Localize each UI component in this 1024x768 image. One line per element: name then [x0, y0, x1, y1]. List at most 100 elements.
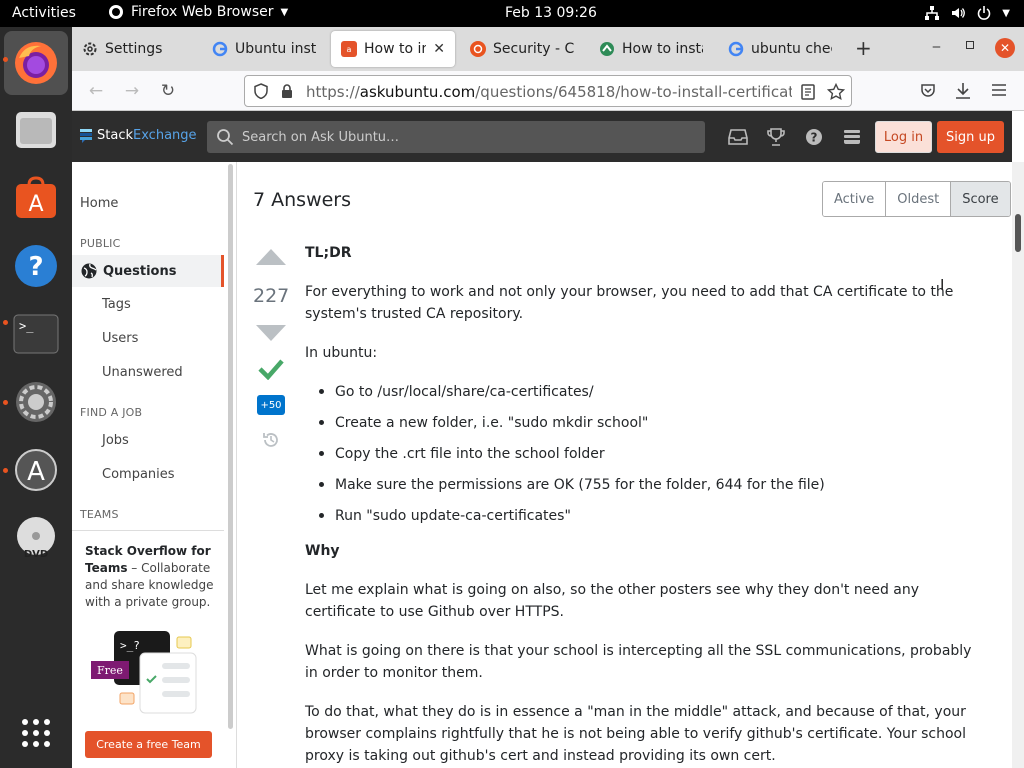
nav-heading-find-a-job: FIND A JOB	[80, 406, 143, 419]
close-tab-icon[interactable]: ✕	[433, 41, 445, 57]
nav-home[interactable]: Home	[80, 196, 118, 211]
volume-icon	[952, 8, 966, 18]
list-item: Go to /usr/local/share/ca-certificates/	[319, 381, 985, 403]
forward-button[interactable]: →	[120, 79, 144, 103]
google-icon	[728, 41, 744, 57]
clock[interactable]: Feb 13 09:26	[505, 5, 597, 21]
minimize-button[interactable]: ‒	[932, 39, 941, 55]
lock-icon	[282, 84, 292, 98]
site-header: StackExchange Search on Ask Ubuntu… ? Lo…	[72, 111, 1012, 162]
answer-sort-tabs: Active Oldest Score	[822, 181, 1011, 217]
inbox-icon[interactable]	[727, 127, 749, 147]
system-menu[interactable]: ▼	[924, 5, 1010, 21]
updater-icon[interactable]: A	[10, 444, 62, 496]
network-icon	[925, 6, 940, 20]
tab-label: How to ins	[364, 41, 427, 57]
tab-how-to-install-2[interactable]: How to insta	[589, 31, 713, 67]
answer-paragraph: What is going on there is that your scho…	[305, 643, 972, 681]
power-icon	[978, 6, 991, 20]
login-button[interactable]: Log in	[875, 121, 932, 153]
tab-label: How to insta	[622, 41, 703, 57]
answers-count-heading: 7 Answers	[253, 189, 352, 211]
files-icon[interactable]	[10, 104, 62, 156]
achievements-trophy-icon[interactable]	[765, 127, 787, 147]
history-icon[interactable]	[262, 431, 280, 449]
nav-users[interactable]: Users	[102, 331, 138, 346]
sort-active-button[interactable]: Active	[823, 182, 887, 216]
teams-promo-text: Stack Overflow for Teams – Collaborate a…	[85, 544, 214, 609]
create-free-team-button[interactable]: Create a free Team	[85, 731, 212, 758]
nav-companies[interactable]: Companies	[102, 467, 175, 482]
svg-text:a: a	[347, 45, 352, 54]
site-search-input[interactable]: Search on Ask Ubuntu…	[207, 121, 705, 153]
software-icon[interactable]: A	[10, 172, 62, 224]
answer-paragraph: For everything to work and not only your…	[305, 284, 954, 322]
terminal-icon[interactable]: >_	[10, 308, 62, 360]
firefox-icon[interactable]	[10, 37, 62, 89]
reader-view-icon[interactable]	[801, 84, 815, 100]
reload-button[interactable]: ↻	[156, 79, 180, 103]
app-menu[interactable]: Firefox Web Browser ▼	[108, 4, 288, 20]
pocket-icon[interactable]	[920, 83, 936, 99]
bounty-badge[interactable]: +50	[257, 395, 285, 415]
upvote-arrow-icon[interactable]	[255, 248, 287, 266]
answer-body: TL;DR For everything to work and not onl…	[305, 242, 985, 768]
list-item: Make sure the permissions are OK (755 fo…	[319, 474, 985, 496]
svg-text:>_: >_	[19, 319, 34, 333]
tab-ubuntu-install[interactable]: Ubuntu insta	[202, 31, 326, 67]
tab-how-to-install-askubuntu[interactable]: a How to ins ✕	[331, 31, 455, 67]
url-bar[interactable]: https://askubuntu.com/questions/645818/h…	[244, 75, 852, 107]
maximize-button[interactable]	[966, 41, 974, 49]
answer-paragraph: In ubuntu:	[305, 345, 378, 361]
site-switcher-icon[interactable]	[841, 127, 863, 147]
new-tab-button[interactable]: +	[855, 38, 872, 58]
left-sidebar: Home PUBLIC Questions Tags Users Unanswe…	[72, 162, 237, 768]
nav-tags[interactable]: Tags	[102, 297, 131, 312]
tab-settings[interactable]: Settings	[72, 31, 196, 67]
globe-icon	[81, 263, 97, 279]
close-window-button[interactable]: ✕	[995, 38, 1015, 58]
svg-text:?: ?	[811, 131, 818, 145]
sort-score-button[interactable]: Score	[951, 182, 1010, 216]
running-indicator	[3, 468, 8, 473]
bookmark-star-icon[interactable]	[827, 83, 845, 101]
navigation-toolbar: ← → ↻ https://askubuntu.com/questions/64…	[72, 71, 1024, 111]
vote-score: 227	[253, 285, 290, 307]
svg-text:DVD: DVD	[24, 549, 48, 560]
signup-button[interactable]: Sign up	[937, 121, 1004, 153]
teams-promo: Stack Overflow for Teams – Collaborate a…	[72, 530, 224, 768]
dvd-icon[interactable]: DVD	[10, 512, 62, 564]
downvote-arrow-icon[interactable]	[255, 324, 287, 342]
help-icon[interactable]: ?	[10, 240, 62, 292]
show-applications-button[interactable]	[10, 707, 62, 759]
nav-unanswered[interactable]: Unanswered	[102, 365, 183, 380]
firefox-small-icon	[109, 5, 123, 19]
back-button[interactable]: ←	[84, 79, 108, 103]
running-indicator	[3, 400, 8, 405]
list-item: Copy the .crt file into the school folde…	[319, 443, 985, 465]
answer-paragraph: To do that, what they do is in essence a…	[305, 704, 967, 764]
sidebar-scrollbar[interactable]	[228, 164, 233, 729]
page-scrollbar-thumb[interactable]	[1015, 214, 1021, 252]
tab-ubuntu-check[interactable]: ubuntu chec	[718, 31, 842, 67]
tab-security[interactable]: Security - Ce	[460, 31, 584, 67]
page-scrollbar[interactable]	[1012, 162, 1024, 768]
tab-label: ubuntu chec	[751, 41, 832, 57]
hamburger-menu-icon[interactable]	[991, 83, 1007, 97]
sort-oldest-button[interactable]: Oldest	[886, 182, 952, 216]
nav-questions[interactable]: Questions	[72, 255, 224, 287]
download-icon[interactable]	[955, 82, 971, 100]
nav-jobs[interactable]: Jobs	[102, 433, 129, 448]
grid-icon	[22, 719, 50, 747]
search-placeholder: Search on Ask Ubuntu…	[242, 129, 400, 145]
stack-exchange-logo[interactable]: StackExchange	[80, 128, 197, 143]
tab-bar: Settings Ubuntu insta a How to ins ✕ Sec…	[72, 27, 1024, 71]
steps-list: Go to /usr/local/share/ca-certificates/ …	[319, 381, 985, 527]
running-indicator	[3, 57, 8, 62]
help-question-icon[interactable]: ?	[803, 127, 825, 147]
tab-label: Security - Ce	[493, 41, 574, 57]
settings-icon[interactable]	[10, 376, 62, 428]
activities-button[interactable]: Activities	[12, 5, 76, 21]
tab-label: Settings	[105, 41, 163, 57]
chevron-down-icon: ▼	[280, 6, 289, 18]
